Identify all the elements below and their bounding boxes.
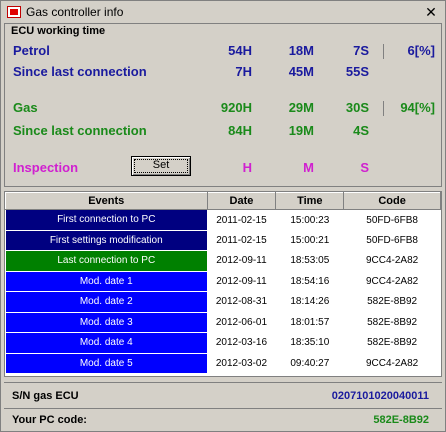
gas-percent: 94[%]	[400, 100, 435, 115]
petrol-separator	[383, 44, 384, 59]
sn-gas-ecu-row: S/N gas ECU 0207101020040011	[1, 390, 445, 408]
date-cell: 2012-09-11	[216, 275, 267, 287]
event-cell: First connection to PC	[5, 209, 207, 231]
ecu-working-time-header: ECU working time	[11, 25, 106, 37]
code-cell: 582E-8B92	[367, 316, 418, 328]
date-cell: 2012-08-31	[215, 296, 268, 308]
sn-gas-ecu-value: 0207101020040011	[331, 390, 429, 402]
event-cell: Mod. date 1	[5, 271, 207, 292]
gas-since-label: Since last connection	[13, 123, 147, 138]
petrol-seconds: 7S	[353, 43, 369, 58]
gas-minutes: 29M	[288, 100, 314, 115]
petrol-since-row: Since last connection 7H 45M 55S	[5, 64, 443, 84]
events-table-header: Events Date Time Code	[5, 192, 441, 210]
code-column-header[interactable]: Code	[343, 192, 441, 210]
code-cell: 582E-8B92	[367, 296, 418, 308]
inspection-seconds: S	[360, 160, 369, 175]
gas-seconds: 30S	[345, 100, 369, 115]
petrol-hours: 54H	[228, 43, 252, 58]
pc-code-label: Your PC code:	[12, 414, 87, 426]
table-row[interactable]: Mod. date 2 2012-08-31 18:14:26 582E-8B92	[5, 291, 441, 313]
table-row[interactable]: Mod. date 4 2012-03-16 18:35:10 582E-8B92	[5, 332, 441, 354]
code-cell: 50FD-6FB8	[366, 234, 418, 246]
table-row[interactable]: First settings modification 2011-02-15 15:…	[5, 230, 441, 251]
table-row[interactable]: Mod. date 5 2012-03-02 09:40:27 9CC4-2A82	[5, 353, 441, 374]
petrol-label: Petrol	[13, 43, 50, 58]
table-row[interactable]: First connection to PC 2011-02-15 15:00:23…	[5, 209, 441, 231]
set-inspection-button[interactable]: Set	[131, 156, 191, 176]
gas-separator	[383, 101, 384, 116]
date-cell: 2011-02-15	[216, 214, 267, 226]
time-cell: 09:40:27	[290, 357, 330, 369]
event-cell: Mod. date 2	[5, 291, 207, 313]
title-bar[interactable]: Gas controller info ✕	[1, 1, 445, 23]
time-cell: 15:00:21	[290, 234, 330, 246]
gas-since-minutes: 19M	[288, 123, 314, 138]
gas-controller-info-window: Gas controller info ✕ ECU working time P…	[0, 0, 446, 432]
gas-row: Gas 920H 29M 30S 94[%]	[5, 100, 443, 120]
date-column-header[interactable]: Date	[206, 192, 277, 210]
date-cell: 2012-06-01	[215, 316, 268, 328]
event-cell: Mod. date 5	[5, 353, 207, 374]
code-cell: 9CC4-2A82	[365, 255, 419, 267]
petrol-minutes: 18M	[288, 43, 314, 58]
event-cell: Last connection to PC	[5, 250, 207, 272]
events-column-header[interactable]: Events	[5, 192, 208, 210]
events-table: Events Date Time Code First connection t…	[4, 191, 442, 377]
petrol-percent: 6[%]	[407, 43, 435, 58]
inspection-hours: H	[242, 160, 252, 175]
footer-divider-2	[4, 408, 442, 409]
gas-hours: 920H	[220, 100, 252, 115]
time-cell: 18:14:26	[290, 296, 330, 308]
time-cell: 18:53:05	[290, 255, 330, 267]
time-cell: 18:54:16	[290, 275, 330, 287]
table-row[interactable]: Mod. date 1 2012-09-11 18:54:16 9CC4-2A82	[5, 271, 441, 292]
time-cell: 18:35:10	[290, 337, 330, 349]
footer-divider	[4, 382, 442, 383]
gas-label: Gas	[13, 100, 38, 115]
code-cell: 9CC4-2A82	[365, 275, 419, 287]
petrol-since-label: Since last connection	[13, 64, 147, 79]
pc-code-value: 582E-8B92	[373, 414, 429, 426]
gas-since-hours: 84H	[228, 123, 252, 138]
window-title: Gas controller info	[26, 5, 124, 19]
inspection-minutes: M	[303, 160, 314, 175]
code-cell: 582E-8B92	[367, 337, 418, 349]
gas-since-seconds: 4S	[353, 123, 369, 138]
table-row[interactable]: Mod. date 3 2012-06-01 18:01:57 582E-8B92	[5, 312, 441, 333]
ecu-working-time-panel: ECU working time Petrol 54H 18M 7S 6[%] …	[4, 23, 442, 187]
date-cell: 2012-03-16	[215, 337, 268, 349]
date-cell: 2012-03-02	[215, 357, 268, 369]
petrol-since-minutes: 45M	[288, 64, 314, 79]
gas-since-row: Since last connection 84H 19M 4S	[5, 123, 443, 143]
table-row[interactable]: Last connection to PC 2012-09-11 18:53:05 9…	[5, 250, 441, 272]
time-column-header[interactable]: Time	[275, 192, 345, 210]
inspection-label: Inspection	[13, 160, 79, 175]
petrol-row: Petrol 54H 18M 7S 6[%]	[5, 43, 443, 63]
sn-gas-ecu-label: S/N gas ECU	[12, 390, 79, 402]
inspection-row: Inspection H M S	[5, 160, 443, 180]
event-cell: Mod. date 4	[5, 332, 207, 354]
close-button[interactable]: ✕	[423, 4, 439, 20]
pc-code-row: Your PC code: 582E-8B92	[1, 414, 445, 432]
date-cell: 2011-02-15	[216, 234, 267, 246]
code-cell: 9CC4-2A82	[365, 357, 419, 369]
date-cell: 2012-09-11	[216, 255, 267, 267]
petrol-since-seconds: 55S	[345, 64, 369, 79]
event-cell: Mod. date 3	[5, 312, 207, 333]
time-cell: 18:01:57	[290, 316, 330, 328]
code-cell: 50FD-6FB8	[366, 214, 418, 226]
petrol-since-hours: 7H	[235, 64, 252, 79]
time-cell: 15:00:23	[290, 214, 330, 226]
event-cell: First settings modification	[5, 230, 207, 251]
app-icon	[7, 6, 21, 18]
